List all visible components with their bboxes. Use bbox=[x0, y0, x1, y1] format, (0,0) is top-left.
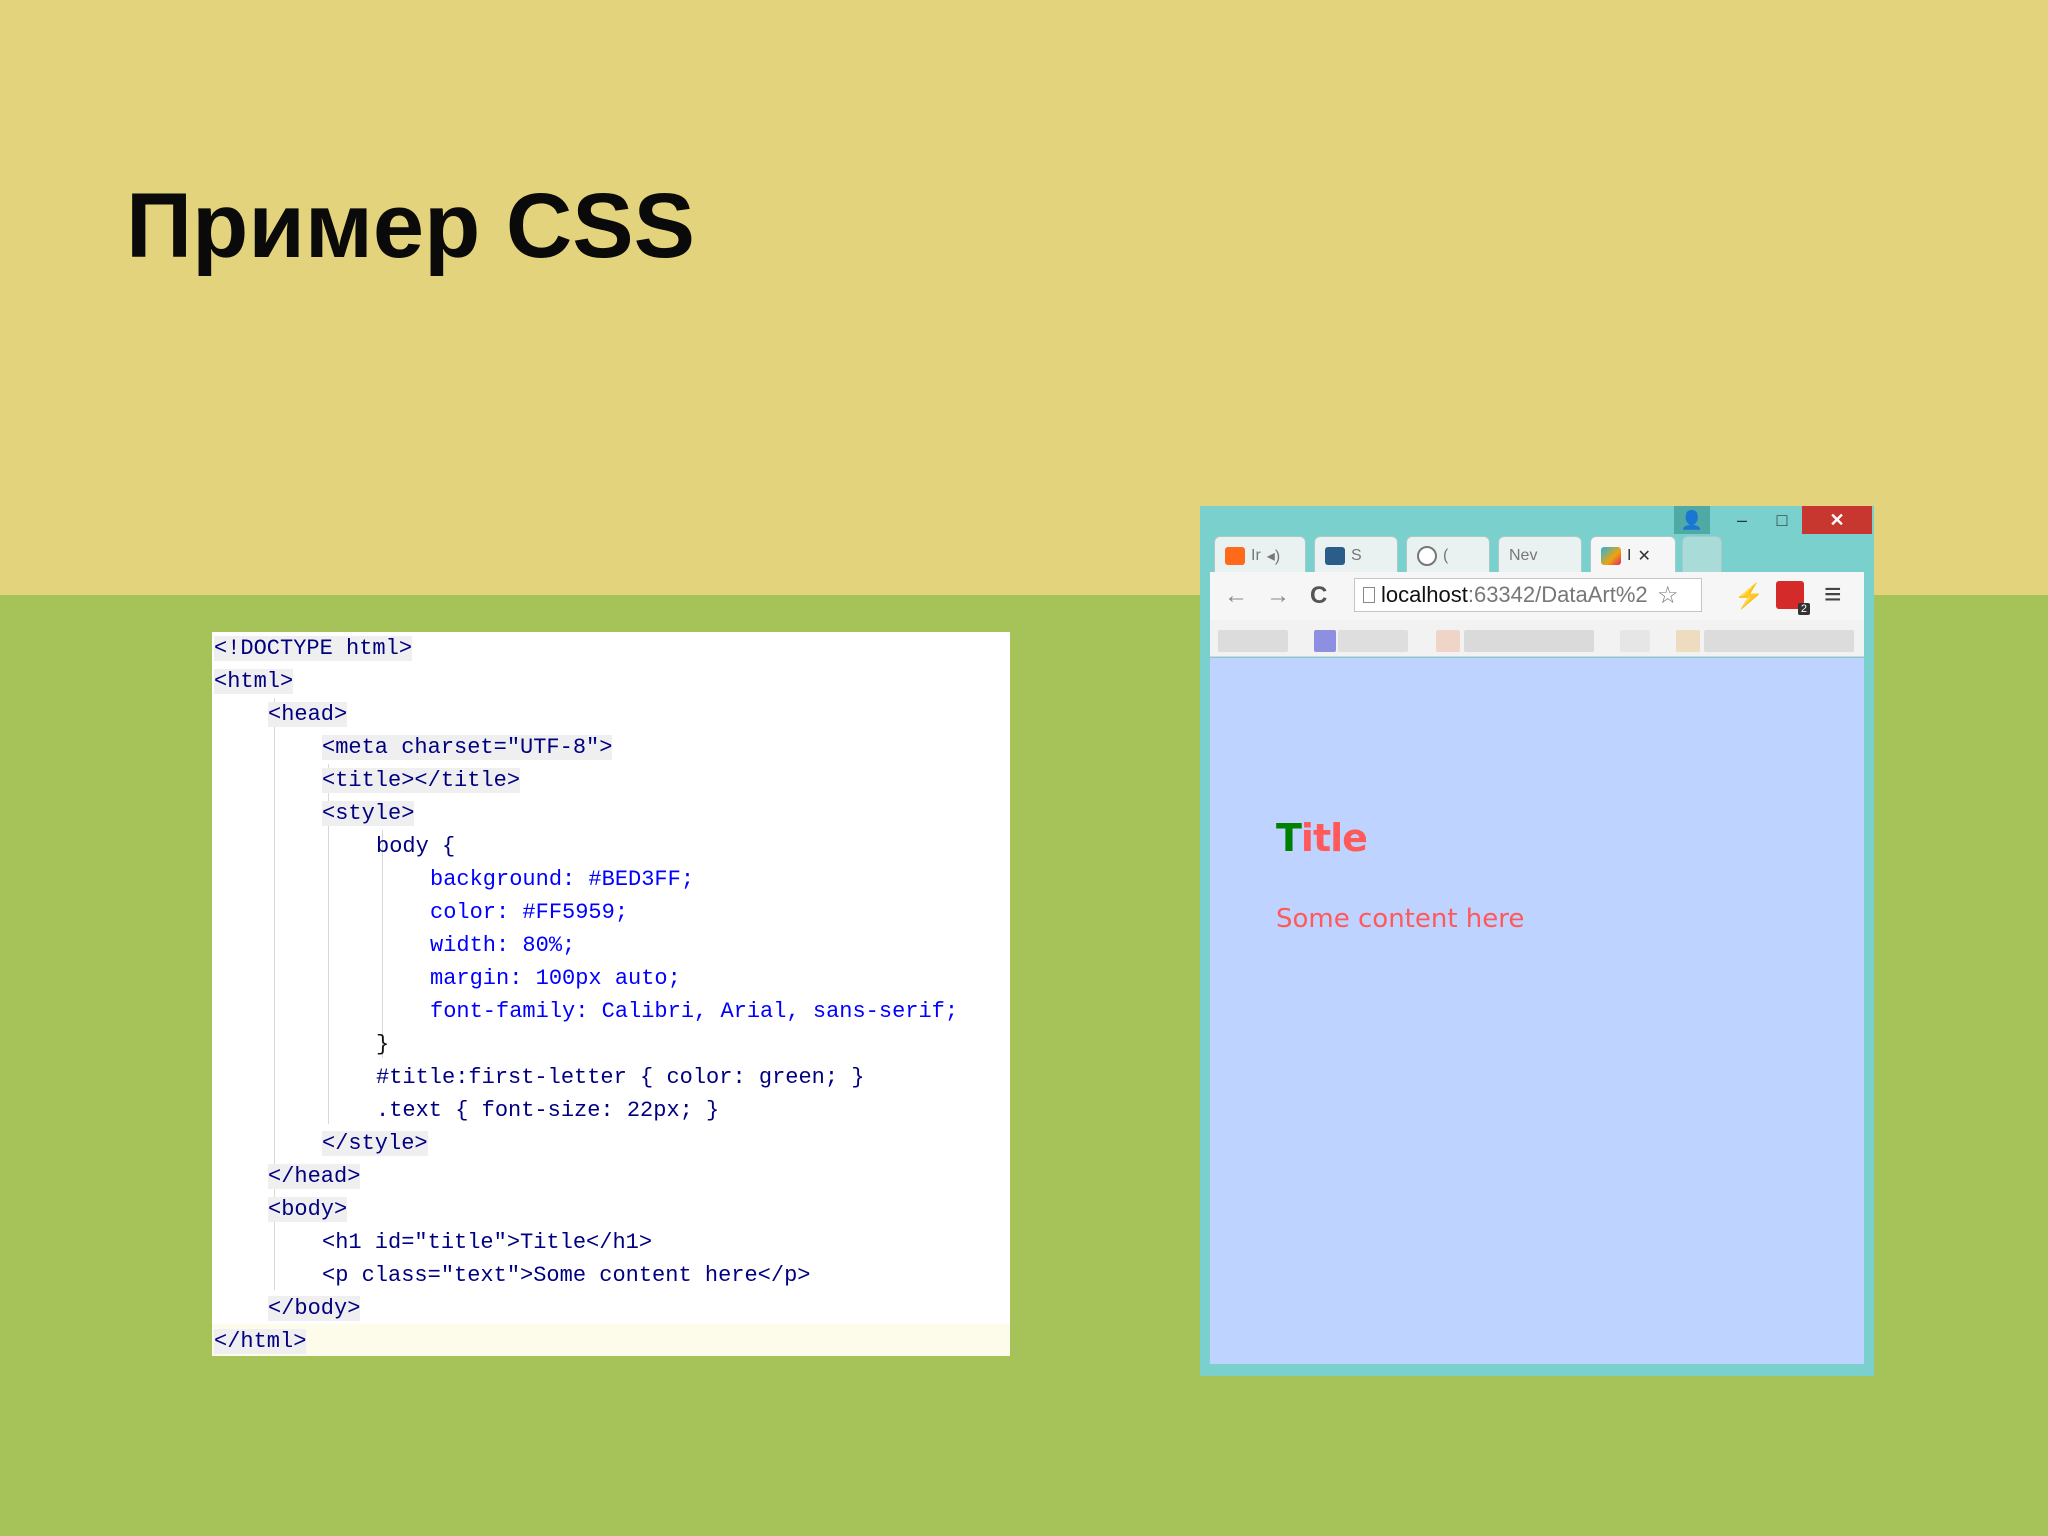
slide-title: Пример CSS bbox=[126, 175, 696, 277]
bookmark-item[interactable] bbox=[1314, 630, 1336, 652]
bookmarks-bar bbox=[1210, 620, 1864, 657]
indent-guide bbox=[382, 830, 383, 1058]
tab-label: Ir bbox=[1251, 546, 1261, 564]
user-profile-icon[interactable]: 👤 bbox=[1674, 506, 1710, 534]
code-line: <p class="text">Some content here</p> bbox=[322, 1263, 811, 1288]
current-line-highlight bbox=[212, 1324, 1010, 1356]
code-line: <meta charset="UTF-8"> bbox=[322, 735, 613, 760]
back-button[interactable]: ← bbox=[1224, 582, 1248, 610]
code-line: body { bbox=[376, 834, 456, 859]
close-window-button[interactable]: ✕ bbox=[1802, 506, 1872, 534]
code-line: </style> bbox=[322, 1131, 428, 1156]
code-line: </html> bbox=[214, 1329, 307, 1354]
bookmark-item[interactable] bbox=[1464, 630, 1594, 652]
code-line: <head> bbox=[268, 702, 348, 727]
browser-tab[interactable]: ( bbox=[1406, 536, 1490, 574]
page-icon bbox=[1363, 587, 1375, 603]
browser-tab[interactable]: Nev bbox=[1498, 536, 1582, 574]
tab-label: ( bbox=[1443, 546, 1449, 564]
code-screenshot: <!DOCTYPE html> <html> <head> <meta char… bbox=[212, 632, 1010, 1356]
code-line: width: 80%; bbox=[430, 933, 576, 958]
maximize-button[interactable]: □ bbox=[1762, 506, 1802, 534]
extension-badge: 2 bbox=[1797, 603, 1810, 615]
forward-button[interactable]: → bbox=[1266, 582, 1290, 610]
bookmark-item[interactable] bbox=[1676, 630, 1700, 652]
bookmark-item[interactable] bbox=[1436, 630, 1460, 652]
code-line: <html> bbox=[214, 669, 294, 694]
tab-label: I bbox=[1627, 546, 1632, 564]
bookmark-star-icon[interactable]: ☆ bbox=[1657, 581, 1679, 610]
url-text: localhost:63342/DataArt%2 bbox=[1381, 582, 1648, 607]
chrome-store-icon bbox=[1417, 545, 1437, 566]
tab-label: Nev bbox=[1509, 546, 1538, 564]
speaker-icon: ◂) bbox=[1266, 547, 1281, 565]
reload-button[interactable]: C bbox=[1310, 582, 1327, 610]
bookmark-item[interactable] bbox=[1338, 630, 1408, 652]
bookmark-item[interactable] bbox=[1704, 630, 1854, 652]
code-line: <!DOCTYPE html> bbox=[214, 636, 413, 661]
heading-first-letter: T bbox=[1276, 816, 1302, 860]
code-line: <title></title> bbox=[322, 768, 521, 793]
lightning-extension-icon[interactable]: ⚡ bbox=[1734, 582, 1764, 611]
code-line: <style> bbox=[322, 801, 415, 826]
bookmark-item[interactable] bbox=[1218, 630, 1288, 652]
browser-tab-active[interactable]: I ✕ bbox=[1590, 536, 1676, 574]
soundcloud-icon bbox=[1225, 546, 1245, 565]
menu-icon[interactable]: ≡ bbox=[1824, 578, 1842, 612]
code-line: font-family: Calibri, Arial, sans-serif; bbox=[430, 999, 959, 1024]
code-line: </body> bbox=[268, 1296, 361, 1321]
code-line: background: #BED3FF; bbox=[430, 867, 695, 892]
code-line: margin: 100px auto; bbox=[430, 966, 681, 991]
code-line: <h1 id="title">Title</h1> bbox=[322, 1230, 653, 1255]
browser-tab[interactable]: Ir ◂) bbox=[1214, 536, 1306, 574]
jenkins-icon bbox=[1325, 546, 1345, 565]
extension-icon[interactable]: 2 bbox=[1776, 581, 1810, 615]
page-paragraph: Some content here bbox=[1276, 904, 1525, 934]
code-line: color: #FF5959; bbox=[430, 900, 629, 925]
tab-label: S bbox=[1351, 546, 1362, 564]
tab-close-icon[interactable]: ✕ bbox=[1637, 546, 1650, 566]
browser-window: 👤 – □ ✕ Ir ◂) S ( Nev I ✕ ← → C localhos… bbox=[1200, 506, 1874, 1376]
code-line: <body> bbox=[268, 1197, 348, 1222]
code-line: } bbox=[376, 1032, 390, 1057]
page-viewport: Title Some content here bbox=[1210, 658, 1864, 1364]
new-tab-button[interactable] bbox=[1682, 536, 1722, 574]
browser-tab[interactable]: S bbox=[1314, 536, 1398, 574]
code-line: </head> bbox=[268, 1164, 361, 1189]
webstorm-icon bbox=[1601, 546, 1621, 565]
heading-rest: itle bbox=[1300, 816, 1368, 860]
address-bar[interactable]: localhost:63342/DataArt%2 ☆ bbox=[1354, 578, 1702, 612]
page-heading: Title bbox=[1276, 816, 1368, 860]
minimize-button[interactable]: – bbox=[1722, 506, 1762, 534]
browser-toolbar: ← → C localhost:63342/DataArt%2 ☆ ⚡ 2 ≡ bbox=[1210, 572, 1864, 621]
code-line: #title:first-letter { color: green; } bbox=[376, 1065, 865, 1090]
code-line: .text { font-size: 22px; } bbox=[376, 1098, 720, 1123]
bookmark-item[interactable] bbox=[1620, 630, 1650, 652]
